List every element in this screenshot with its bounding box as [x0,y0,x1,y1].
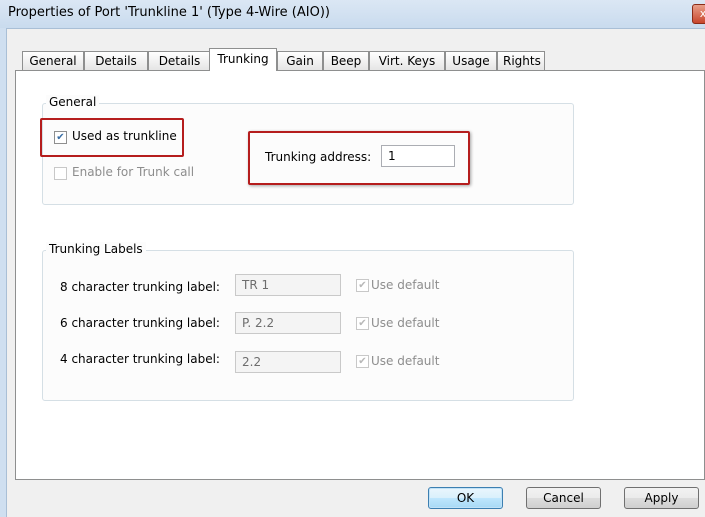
label-8-char-use-default-label: Use default [371,278,440,292]
label-4-char-use-default-label: Use default [371,354,440,368]
label-6-char-use-default-label: Use default [371,316,440,330]
cancel-button[interactable]: Cancel [526,487,601,509]
label-4-char-input[interactable]: 2.2 [235,351,341,373]
trunking-labels-group-title: Trunking Labels [46,242,146,256]
enable-trunk-call-label: Enable for Trunk call [72,165,195,179]
close-icon[interactable]: x [692,4,705,24]
general-group-title: General [46,95,100,109]
enable-trunk-call-checkbox[interactable] [54,167,67,180]
label-8-char-caption: 8 character trunking label: [60,280,220,294]
tab-gain[interactable]: Gain [277,51,323,70]
tab-virt-keys[interactable]: Virt. Keys [369,51,445,70]
label-4-char-caption: 4 character trunking label: [60,352,220,366]
label-8-char-use-default-checkbox[interactable]: ✔ [356,279,369,292]
label-4-char-use-default-checkbox[interactable]: ✔ [356,355,369,368]
tab-usage[interactable]: Usage [445,51,497,70]
tab-general[interactable]: General [22,51,84,70]
title-bar: Properties of Port 'Trunkline 1' (Type 4… [0,0,705,29]
window-frame-left [0,28,7,517]
highlight-trunking-address [248,131,470,185]
tab-rights[interactable]: Rights [497,51,545,70]
label-6-char-input[interactable]: P. 2.2 [235,312,341,334]
label-6-char-use-default-checkbox[interactable]: ✔ [356,317,369,330]
apply-button[interactable]: Apply [624,487,699,509]
highlight-used-as-trunkline [40,118,184,157]
tab-details-2[interactable]: Details 2 [148,51,211,87]
window-title: Properties of Port 'Trunkline 1' (Type 4… [8,5,330,20]
label-6-char-caption: 6 character trunking label: [60,316,220,330]
tab-details-1[interactable]: Details 1 [84,51,148,87]
label-8-char-input[interactable]: TR 1 [235,274,341,296]
tab-beep[interactable]: Beep [323,51,369,70]
ok-button[interactable]: OK [428,487,503,509]
tab-trunking[interactable]: Trunking [209,48,277,71]
